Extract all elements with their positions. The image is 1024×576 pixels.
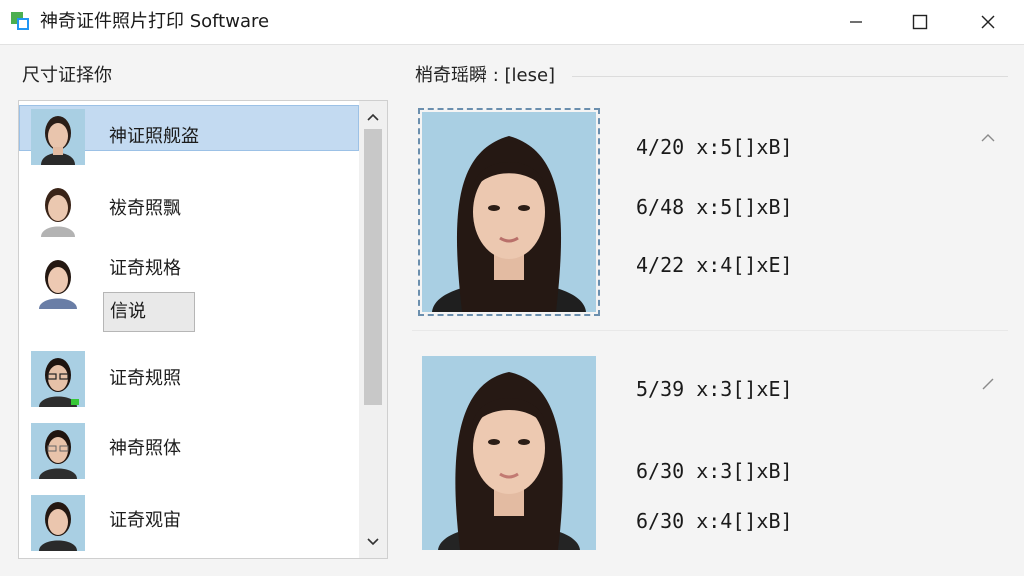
size-list-heading: 尺寸证择你 xyxy=(22,65,112,86)
chevron-down-icon xyxy=(367,538,379,546)
list-scrollbar[interactable] xyxy=(359,101,387,558)
person-thumbnail xyxy=(31,423,85,479)
photo-size-spec: 5/39 x:3[]xE] xyxy=(636,377,793,401)
scroll-down-button[interactable] xyxy=(363,532,383,552)
person-thumbnail xyxy=(31,351,85,407)
window-title: 神奇证件照片打印 Software xyxy=(40,11,270,32)
app-window: 神奇证件照片打印 Software 尺寸证择你 神证照舰盗 祓奇照飘 证奇规格 … xyxy=(0,0,1024,576)
list-item-label: 神证照舰盗 xyxy=(109,126,199,147)
section-divider xyxy=(412,330,1008,331)
close-icon xyxy=(981,15,995,29)
list-item-label: 祓奇照飘 xyxy=(109,198,181,219)
app-logo-icon xyxy=(10,11,30,31)
maximize-button[interactable] xyxy=(890,0,950,44)
pencil-icon xyxy=(982,378,994,390)
scrollbar-thumb[interactable] xyxy=(364,129,382,405)
scroll-up-button[interactable] xyxy=(363,107,383,127)
id-photo-preview[interactable] xyxy=(422,356,596,550)
photo-size-spec: 6/48 x:5[]xB] xyxy=(636,195,793,219)
photo-size-spec: 6/30 x:4[]xB] xyxy=(636,509,793,533)
list-item-label: 神奇照体 xyxy=(109,438,181,459)
list-item-label: 证奇规照 xyxy=(109,368,181,389)
person-thumbnail xyxy=(31,253,85,309)
chevron-up-icon xyxy=(981,134,995,142)
chevron-up-icon xyxy=(367,113,379,121)
collapse-button[interactable] xyxy=(978,128,998,148)
size-list[interactable]: 神证照舰盗 祓奇照飘 证奇规格 信说 证奇规照 神奇照体 证奇观宙 xyxy=(18,100,388,559)
photo-size-spec: 6/30 x:3[]xB] xyxy=(636,459,793,483)
heading-divider xyxy=(572,76,1008,77)
edit-button[interactable] xyxy=(978,374,998,394)
person-thumbnail xyxy=(31,109,85,165)
person-thumbnail xyxy=(31,181,85,237)
minimize-icon xyxy=(850,21,862,23)
list-item-label: 证奇观宙 xyxy=(109,510,181,531)
maximize-icon xyxy=(912,14,928,30)
person-thumbnail xyxy=(31,495,85,551)
minimize-button[interactable] xyxy=(826,0,886,44)
title-bar[interactable]: 神奇证件照片打印 Software xyxy=(0,0,1024,45)
list-item-label: 证奇规格 xyxy=(109,258,181,279)
tooltip-popup[interactable]: 信说 xyxy=(103,292,195,332)
preview-heading: 梢奇瑶瞬 : [lese] xyxy=(415,65,556,86)
photo-size-spec: 4/20 x:5[]xB] xyxy=(636,135,793,159)
close-button[interactable] xyxy=(958,0,1018,44)
photo-size-spec: 4/22 x:4[]xE] xyxy=(636,253,793,277)
id-photo-preview[interactable] xyxy=(418,108,600,316)
